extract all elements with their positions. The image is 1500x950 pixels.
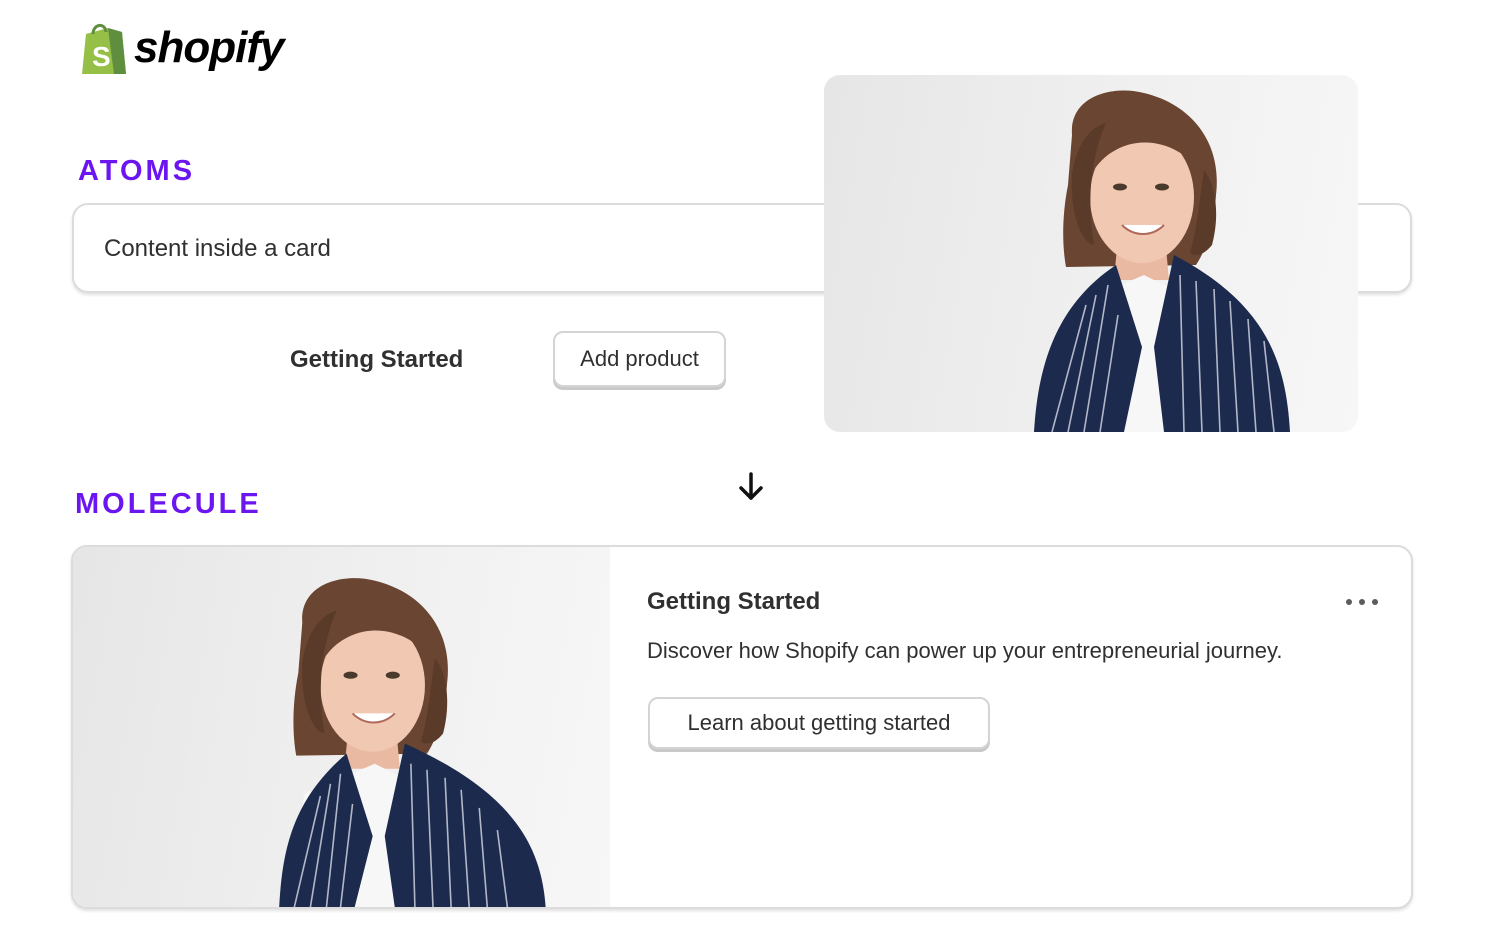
add-product-button[interactable]: Add product — [553, 331, 726, 387]
svg-text:S: S — [92, 41, 111, 72]
arrow-down-icon — [739, 472, 763, 500]
card-content-text: Content inside a card — [104, 235, 331, 262]
shopify-logo: S shopify — [78, 20, 284, 76]
brand-name: shopify — [134, 23, 284, 72]
molecule-portrait-image — [73, 547, 610, 907]
molecule-card-description: Discover how Shopify can power up your e… — [647, 638, 1283, 663]
portrait-illustration — [1034, 90, 1290, 432]
more-horizontal-icon[interactable] — [1345, 597, 1379, 607]
atom-heading: Getting Started — [290, 346, 464, 373]
molecule-card-title: Getting Started — [647, 588, 821, 615]
learn-getting-started-button[interactable]: Learn about getting started — [648, 697, 990, 749]
molecule-section-label: MOLECULE — [75, 488, 262, 520]
portrait-illustration — [279, 578, 546, 907]
molecule-card: Getting Started Discover how Shopify can… — [71, 545, 1413, 909]
atoms-section-label: ATOMS — [78, 155, 196, 187]
shopify-bag-icon: S — [82, 24, 126, 74]
atom-portrait-image — [824, 75, 1358, 432]
